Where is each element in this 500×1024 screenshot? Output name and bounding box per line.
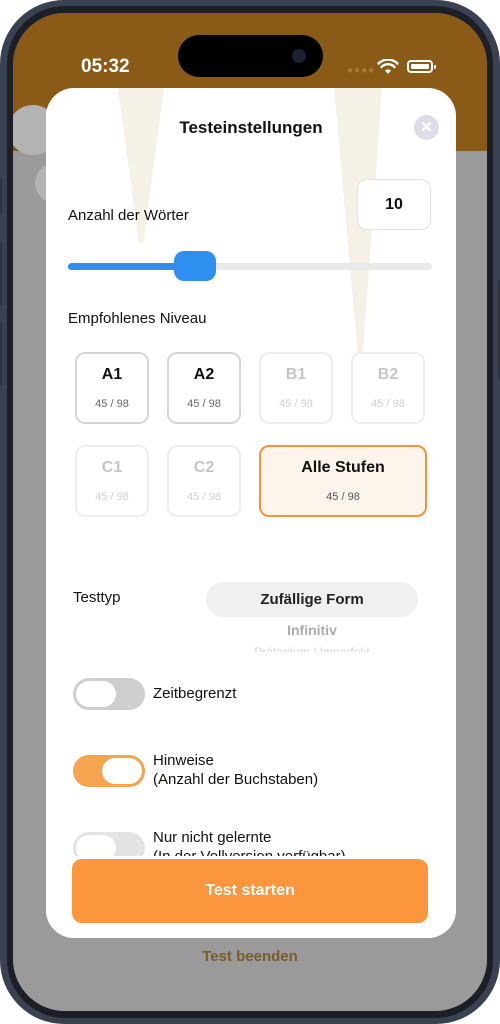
- test-type-picker-selected[interactable]: Zufällige Form: [206, 582, 418, 617]
- level-card-a2[interactable]: A2 45 / 98: [167, 352, 241, 424]
- level-count: 45 / 98: [326, 491, 360, 503]
- status-bar: 05:32 ●●●●: [13, 13, 487, 93]
- level-card-b2[interactable]: B2 45 / 98: [351, 352, 425, 424]
- status-time: 05:32: [81, 56, 130, 77]
- level-card-b1[interactable]: B1 45 / 98: [259, 352, 333, 424]
- level-name: B2: [377, 366, 399, 383]
- close-icon[interactable]: ✕: [414, 115, 439, 140]
- test-settings-modal: Testeinstellungen ✕ Anzahl der Wörter 10…: [46, 88, 456, 938]
- hints-sublabel: (Anzahl der Buchstaben): [153, 771, 319, 788]
- hints-label: Hinweise: [153, 752, 214, 769]
- modal-title: Testeinstellungen: [179, 118, 323, 137]
- volume-up-button: [0, 242, 2, 306]
- test-type-label: Testtyp: [73, 589, 121, 606]
- level-name: C1: [101, 459, 123, 476]
- unlearned-only-label: Nur nicht gelernte: [153, 829, 272, 846]
- screen: 05:32 ●●●● Test beenden Testeinstellunge…: [13, 13, 487, 1011]
- level-name: Alle Stufen: [301, 459, 385, 476]
- level-name: A2: [193, 366, 215, 383]
- level-count: 45 / 98: [95, 491, 129, 503]
- level-count: 45 / 98: [187, 398, 221, 410]
- toggle-knob: [76, 681, 116, 707]
- level-name: C2: [193, 459, 215, 476]
- signal-dots-icon: ●●●●: [347, 65, 376, 76]
- level-card-c1[interactable]: C1 45 / 98: [75, 445, 149, 517]
- time-limit-toggle[interactable]: [73, 678, 145, 710]
- start-test-button[interactable]: Test starten: [72, 859, 428, 923]
- level-count: 45 / 98: [95, 398, 129, 410]
- time-limit-label: Zeitbegrenzt: [153, 685, 237, 702]
- word-count-slider[interactable]: [68, 263, 432, 270]
- slider-thumb[interactable]: [174, 251, 217, 281]
- level-count: 45 / 98: [279, 398, 313, 410]
- level-card-c2[interactable]: C2 45 / 98: [167, 445, 241, 517]
- level-count: 45 / 98: [371, 398, 405, 410]
- test-type-picker-option[interactable]: Präteritum / Imperfekt: [206, 645, 418, 652]
- level-count: 45 / 98: [187, 491, 221, 503]
- toggle-knob: [102, 758, 142, 784]
- camera-icon: [292, 49, 306, 63]
- end-test-button[interactable]: Test beenden: [13, 948, 487, 965]
- level-name: B1: [285, 366, 307, 383]
- level-section-label: Empfohlenes Niveau: [68, 310, 207, 327]
- battery-icon: [407, 60, 436, 73]
- word-count-label: Anzahl der Wörter: [68, 207, 189, 224]
- wifi-icon: [377, 59, 399, 74]
- test-type-picker-option[interactable]: Infinitiv: [206, 622, 418, 638]
- level-card-all[interactable]: Alle Stufen 45 / 98: [259, 445, 427, 517]
- level-card-a1[interactable]: A1 45 / 98: [75, 352, 149, 424]
- dynamic-island: [178, 35, 323, 77]
- mute-switch: [0, 178, 2, 214]
- level-name: A1: [101, 366, 123, 383]
- hints-toggle[interactable]: [73, 755, 145, 787]
- word-count-value[interactable]: 10: [357, 179, 431, 230]
- volume-down-button: [0, 322, 2, 386]
